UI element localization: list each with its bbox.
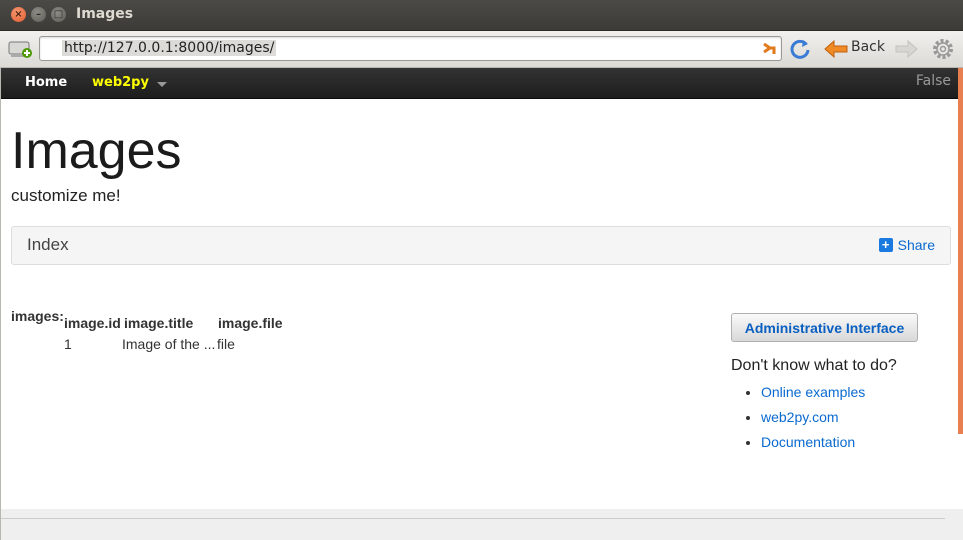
help-heading: Don't know what to do? <box>731 357 897 374</box>
table-cell-id: 1 <box>64 336 72 352</box>
documentation-link[interactable]: Documentation <box>761 434 855 450</box>
window-minimize-button[interactable]: – <box>31 7 46 22</box>
settings-gear-icon[interactable] <box>931 37 955 61</box>
column-header-title[interactable]: image.title <box>124 315 193 331</box>
page-title: Images <box>11 122 182 180</box>
nav-user-status: False <box>915 73 951 89</box>
new-tab-icon[interactable] <box>8 39 34 59</box>
forward-arrow-icon[interactable] <box>895 40 919 58</box>
breadcrumb: Index + Share <box>11 226 951 265</box>
footer-divider <box>1 518 945 519</box>
admin-interface-button[interactable]: Administrative Interface <box>731 313 918 342</box>
back-button-label[interactable]: Back <box>851 39 885 55</box>
share-link[interactable]: + Share <box>878 237 935 253</box>
site-navbar: Home web2py False <box>1 68 958 99</box>
go-arrow-icon[interactable] <box>761 40 777 56</box>
window-title: Images <box>76 6 134 22</box>
chevron-down-icon[interactable] <box>157 82 167 87</box>
nav-brand-menu[interactable]: web2py <box>92 75 149 90</box>
browser-toolbar: http://127.0.0.1:8000/images/ Back <box>0 31 963 68</box>
column-header-file[interactable]: image.file <box>218 315 283 331</box>
list-item: web2py.com <box>761 405 865 430</box>
page-footer <box>1 509 963 540</box>
web2py-site-link[interactable]: web2py.com <box>761 409 839 425</box>
back-arrow-icon[interactable] <box>823 40 849 58</box>
table-cell-file[interactable]: file <box>217 336 235 352</box>
page-subtitle: customize me! <box>11 186 121 205</box>
table-cell-title: Image of the ... <box>122 336 216 352</box>
list-item: Online examples <box>761 380 865 405</box>
help-links-list: Online examples web2py.com Documentation <box>731 380 865 455</box>
share-label[interactable]: Share <box>898 237 935 253</box>
nav-home-link[interactable]: Home <box>25 75 67 90</box>
reload-icon[interactable] <box>789 38 811 60</box>
url-bar[interactable]: http://127.0.0.1:8000/images/ <box>39 36 782 61</box>
window-close-button[interactable]: × <box>11 7 26 22</box>
online-examples-link[interactable]: Online examples <box>761 384 865 400</box>
column-header-id[interactable]: image.id <box>64 315 121 331</box>
window-titlebar: × – □ Images <box>0 0 963 31</box>
url-text[interactable]: http://127.0.0.1:8000/images/ <box>62 40 277 56</box>
plus-icon: + <box>878 238 893 252</box>
table-caption: images: <box>11 308 64 324</box>
window-maximize-button[interactable]: □ <box>51 7 66 22</box>
window-left-border <box>0 68 1 540</box>
page-scrollbar[interactable] <box>958 68 963 434</box>
breadcrumb-label: Index <box>27 235 69 254</box>
list-item: Documentation <box>761 430 865 455</box>
